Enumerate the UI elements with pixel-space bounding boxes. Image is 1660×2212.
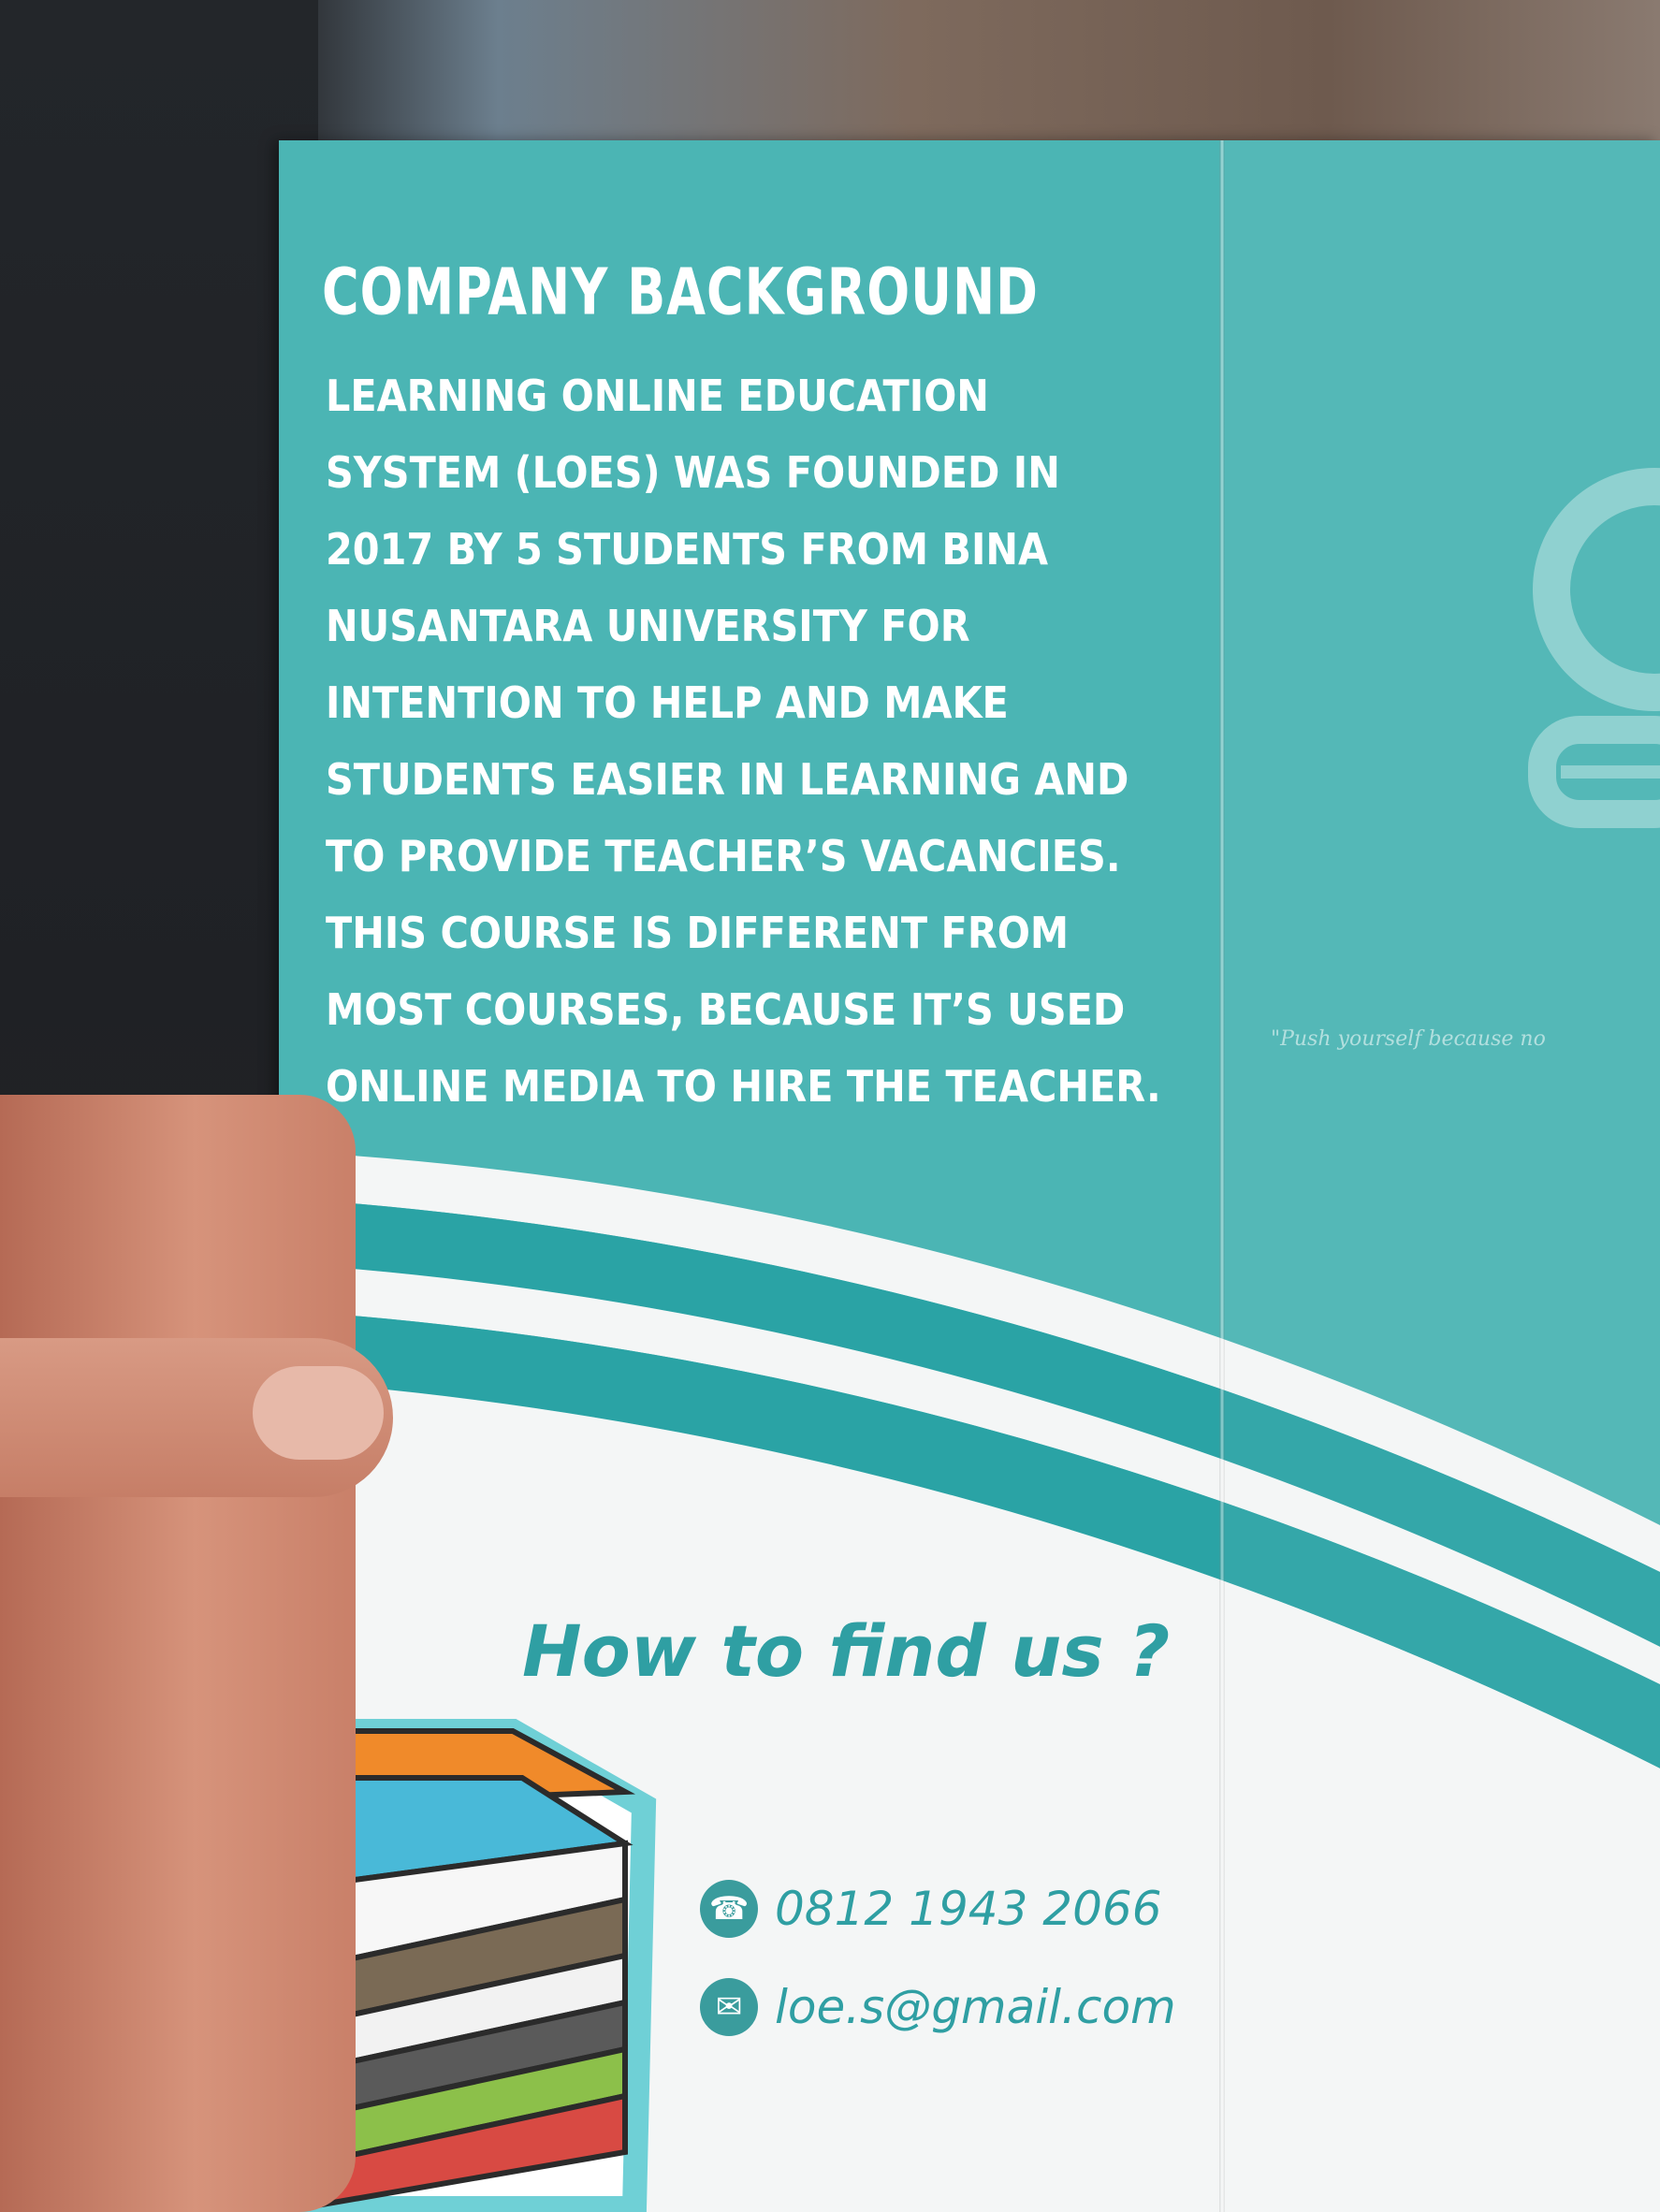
heading-company-background: COMPANY BACKGROUND bbox=[322, 255, 1040, 330]
thumbnail-nail bbox=[253, 1366, 384, 1460]
phone-icon: ☎ bbox=[700, 1880, 758, 1938]
how-to-find-us-title: How to find us ? bbox=[522, 1609, 1171, 1693]
flyer: COMPANY BACKGROUND LEARNING ONLINE EDUCA… bbox=[279, 140, 1660, 2212]
hand bbox=[0, 1095, 356, 2212]
phone-number: 0812 1943 2066 bbox=[775, 1882, 1162, 1936]
email-contact: ✉ loe.s@gmail.com bbox=[700, 1974, 1176, 2040]
quote-text: "Push yourself because no bbox=[1271, 1027, 1546, 1051]
email-address: loe.s@gmail.com bbox=[775, 1980, 1176, 2034]
envelope-icon: ✉ bbox=[700, 1978, 758, 2036]
phone-contact: ☎ 0812 1943 2066 bbox=[700, 1876, 1162, 1942]
fold-line bbox=[1219, 140, 1225, 2212]
apple-on-books-icon bbox=[1528, 468, 1660, 828]
company-description: LEARNING ONLINE EDUCATION SYSTEM (LOES) … bbox=[326, 371, 1161, 1112]
